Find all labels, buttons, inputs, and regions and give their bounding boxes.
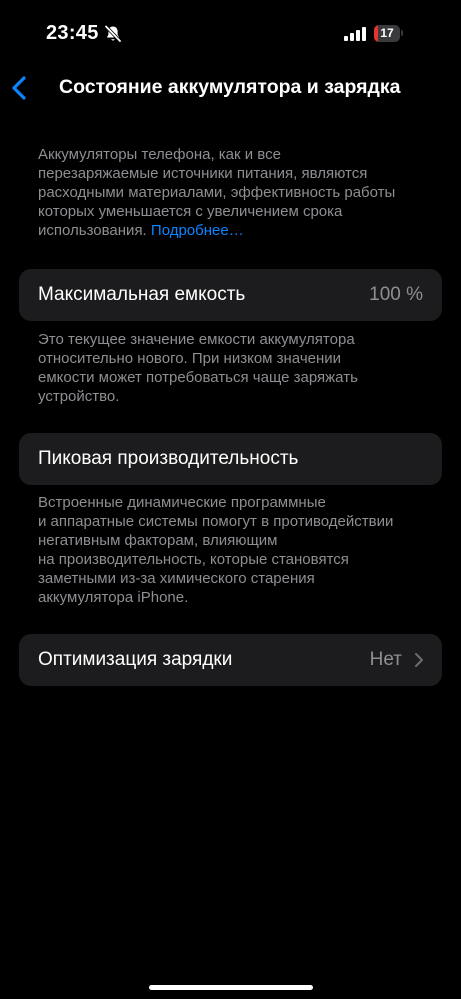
max-capacity-value: 100 % <box>369 284 423 305</box>
max-capacity-row: Максимальная емкость 100 % <box>19 269 442 321</box>
home-indicator[interactable] <box>149 985 313 990</box>
description-line: устройство. <box>38 388 120 405</box>
cellular-signal-icon <box>344 27 366 41</box>
chevron-right-icon <box>415 653 423 667</box>
intro-line: расходными материалами, эффективность ра… <box>38 184 396 201</box>
charging-optimization-label: Оптимизация зарядки <box>38 649 233 670</box>
status-bar: 23:45 17 <box>0 0 461 60</box>
description-line: на производительность, которые становятс… <box>38 551 349 568</box>
description-line: Встроенные динамические программные <box>38 494 326 511</box>
intro-description: Аккумуляторы телефона, как и все перезар… <box>38 145 438 240</box>
page-title: Состояние аккумулятора и зарядка <box>59 76 401 98</box>
max-capacity-label: Максимальная емкость <box>38 284 246 305</box>
charging-optimization-value: Нет <box>369 649 402 670</box>
description-line: негативным факторам, влияющим <box>38 532 278 549</box>
peak-performance-description: Встроенные динамические программные и ап… <box>38 493 438 607</box>
description-line: емкости может потребоваться чаще заряжат… <box>38 369 358 386</box>
description-line: относительно нового. При низком значении <box>38 350 342 367</box>
intro-line: которых уменьшается с увеличением срока <box>38 203 343 220</box>
nav-bar: Состояние аккумулятора и зарядка <box>0 62 461 114</box>
description-line: Это текущее значение емкости аккумулятор… <box>38 331 355 348</box>
intro-line: перезаряжаемые источники питания, являют… <box>38 165 368 182</box>
learn-more-link[interactable]: Подробнее… <box>151 222 244 239</box>
charging-optimization-row[interactable]: Оптимизация зарядки Нет <box>19 634 442 686</box>
back-button[interactable] <box>6 72 36 104</box>
peak-performance-label: Пиковая производительность <box>38 448 299 469</box>
status-time: 23:45 <box>46 22 99 44</box>
bell-slash-icon <box>104 25 122 43</box>
max-capacity-description: Это текущее значение емкости аккумулятор… <box>38 330 438 406</box>
description-line: и аппаратные системы помогут в противоде… <box>38 513 394 530</box>
battery-icon: 17 <box>374 25 404 42</box>
intro-line: использования. <box>38 222 151 239</box>
description-line: заметными из-за химического старения <box>38 570 315 587</box>
description-line: аккумулятора iPhone. <box>38 589 189 606</box>
peak-performance-row: Пиковая производительность <box>19 433 442 485</box>
intro-line: Аккумуляторы телефона, как и все <box>38 146 281 163</box>
chevron-left-icon <box>12 76 26 100</box>
battery-level: 17 <box>380 26 394 40</box>
